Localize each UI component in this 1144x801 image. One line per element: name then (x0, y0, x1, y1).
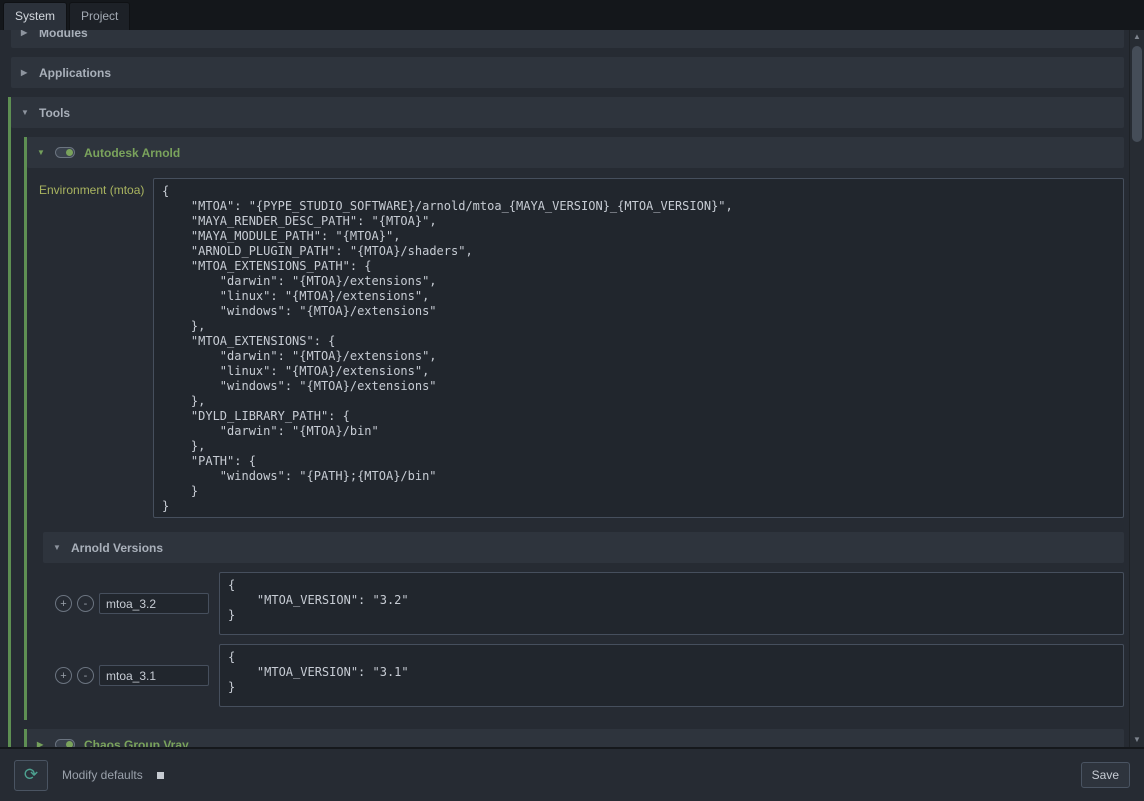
section-header-tools[interactable]: ▼ Tools (11, 97, 1124, 128)
section-applications: ▶ Applications (8, 57, 1124, 88)
footer-bar: ⟳ Modify defaults Save (0, 747, 1144, 801)
tab-system[interactable]: System (3, 2, 67, 30)
group-header-autodesk-arnold[interactable]: ▼ Autodesk Arnold (27, 137, 1124, 168)
group-autodesk-arnold: ▼ Autodesk Arnold Environment (mtoa) (24, 137, 1124, 720)
version-key-input[interactable] (99, 593, 209, 614)
collapsed-arrow-icon: ▶ (21, 30, 30, 37)
scroll-down-icon[interactable]: ▼ (1130, 733, 1144, 747)
section-label-modules: Modules (39, 30, 88, 40)
group-header-chaos-group-vray[interactable]: ▶ Chaos Group Vray (27, 729, 1124, 747)
settings-scroll-area: ▶ Modules ▶ Applications ▼ Tools ▼ (0, 30, 1144, 747)
tools-body: ▼ Autodesk Arnold Environment (mtoa) (11, 128, 1124, 747)
modify-defaults-checkbox[interactable] (157, 772, 164, 779)
section-tools: ▼ Tools ▼ Autodesk Arnold Environment (m… (8, 97, 1124, 747)
enabled-toggle-icon[interactable] (55, 739, 75, 747)
environment-label: Environment (mtoa) (39, 178, 153, 197)
section-modules: ▶ Modules (8, 30, 1124, 48)
remove-item-button[interactable]: - (77, 595, 94, 612)
scroll-up-icon[interactable]: ▲ (1130, 30, 1144, 44)
environment-row: Environment (mtoa) (27, 174, 1124, 532)
group-title-arnold-versions: Arnold Versions (71, 541, 163, 555)
group-header-arnold-versions[interactable]: ▼ Arnold Versions (43, 532, 1124, 563)
remove-item-button[interactable]: - (77, 667, 94, 684)
group-chaos-group-vray: ▶ Chaos Group Vray (24, 729, 1124, 747)
tab-project[interactable]: Project (69, 2, 130, 30)
version-json-textarea[interactable] (219, 572, 1124, 635)
group-title-chaos-group-vray: Chaos Group Vray (84, 738, 189, 748)
arnold-body: Environment (mtoa) ▼ Arnold Versions (27, 168, 1124, 720)
section-label-tools: Tools (39, 106, 70, 120)
group-arnold-versions: ▼ Arnold Versions + - (43, 532, 1124, 707)
group-title-autodesk-arnold: Autodesk Arnold (84, 146, 180, 160)
add-item-button[interactable]: + (55, 595, 72, 612)
section-header-modules[interactable]: ▶ Modules (11, 30, 1124, 48)
expanded-arrow-icon: ▼ (21, 108, 30, 117)
version-json-textarea[interactable] (219, 644, 1124, 707)
environment-json-textarea[interactable] (153, 178, 1124, 518)
settings-content: ▶ Modules ▶ Applications ▼ Tools ▼ (8, 30, 1124, 747)
tab-bar: System Project (0, 0, 1144, 30)
version-row: + - (55, 572, 1124, 635)
version-key-input[interactable] (99, 665, 209, 686)
save-button[interactable]: Save (1081, 762, 1130, 788)
collapsed-arrow-icon: ▶ (21, 68, 30, 77)
section-label-applications: Applications (39, 66, 111, 80)
scrollbar-handle[interactable] (1132, 46, 1142, 142)
section-header-applications[interactable]: ▶ Applications (11, 57, 1124, 88)
refresh-button[interactable]: ⟳ (14, 760, 48, 791)
version-row: + - (55, 644, 1124, 707)
collapsed-arrow-icon: ▶ (37, 740, 46, 747)
expanded-arrow-icon: ▼ (53, 543, 62, 552)
vertical-scrollbar[interactable]: ▲ ▼ (1129, 30, 1144, 747)
expanded-arrow-icon: ▼ (37, 148, 46, 157)
enabled-toggle-icon[interactable] (55, 147, 75, 158)
add-item-button[interactable]: + (55, 667, 72, 684)
modify-defaults-label: Modify defaults (62, 768, 143, 782)
